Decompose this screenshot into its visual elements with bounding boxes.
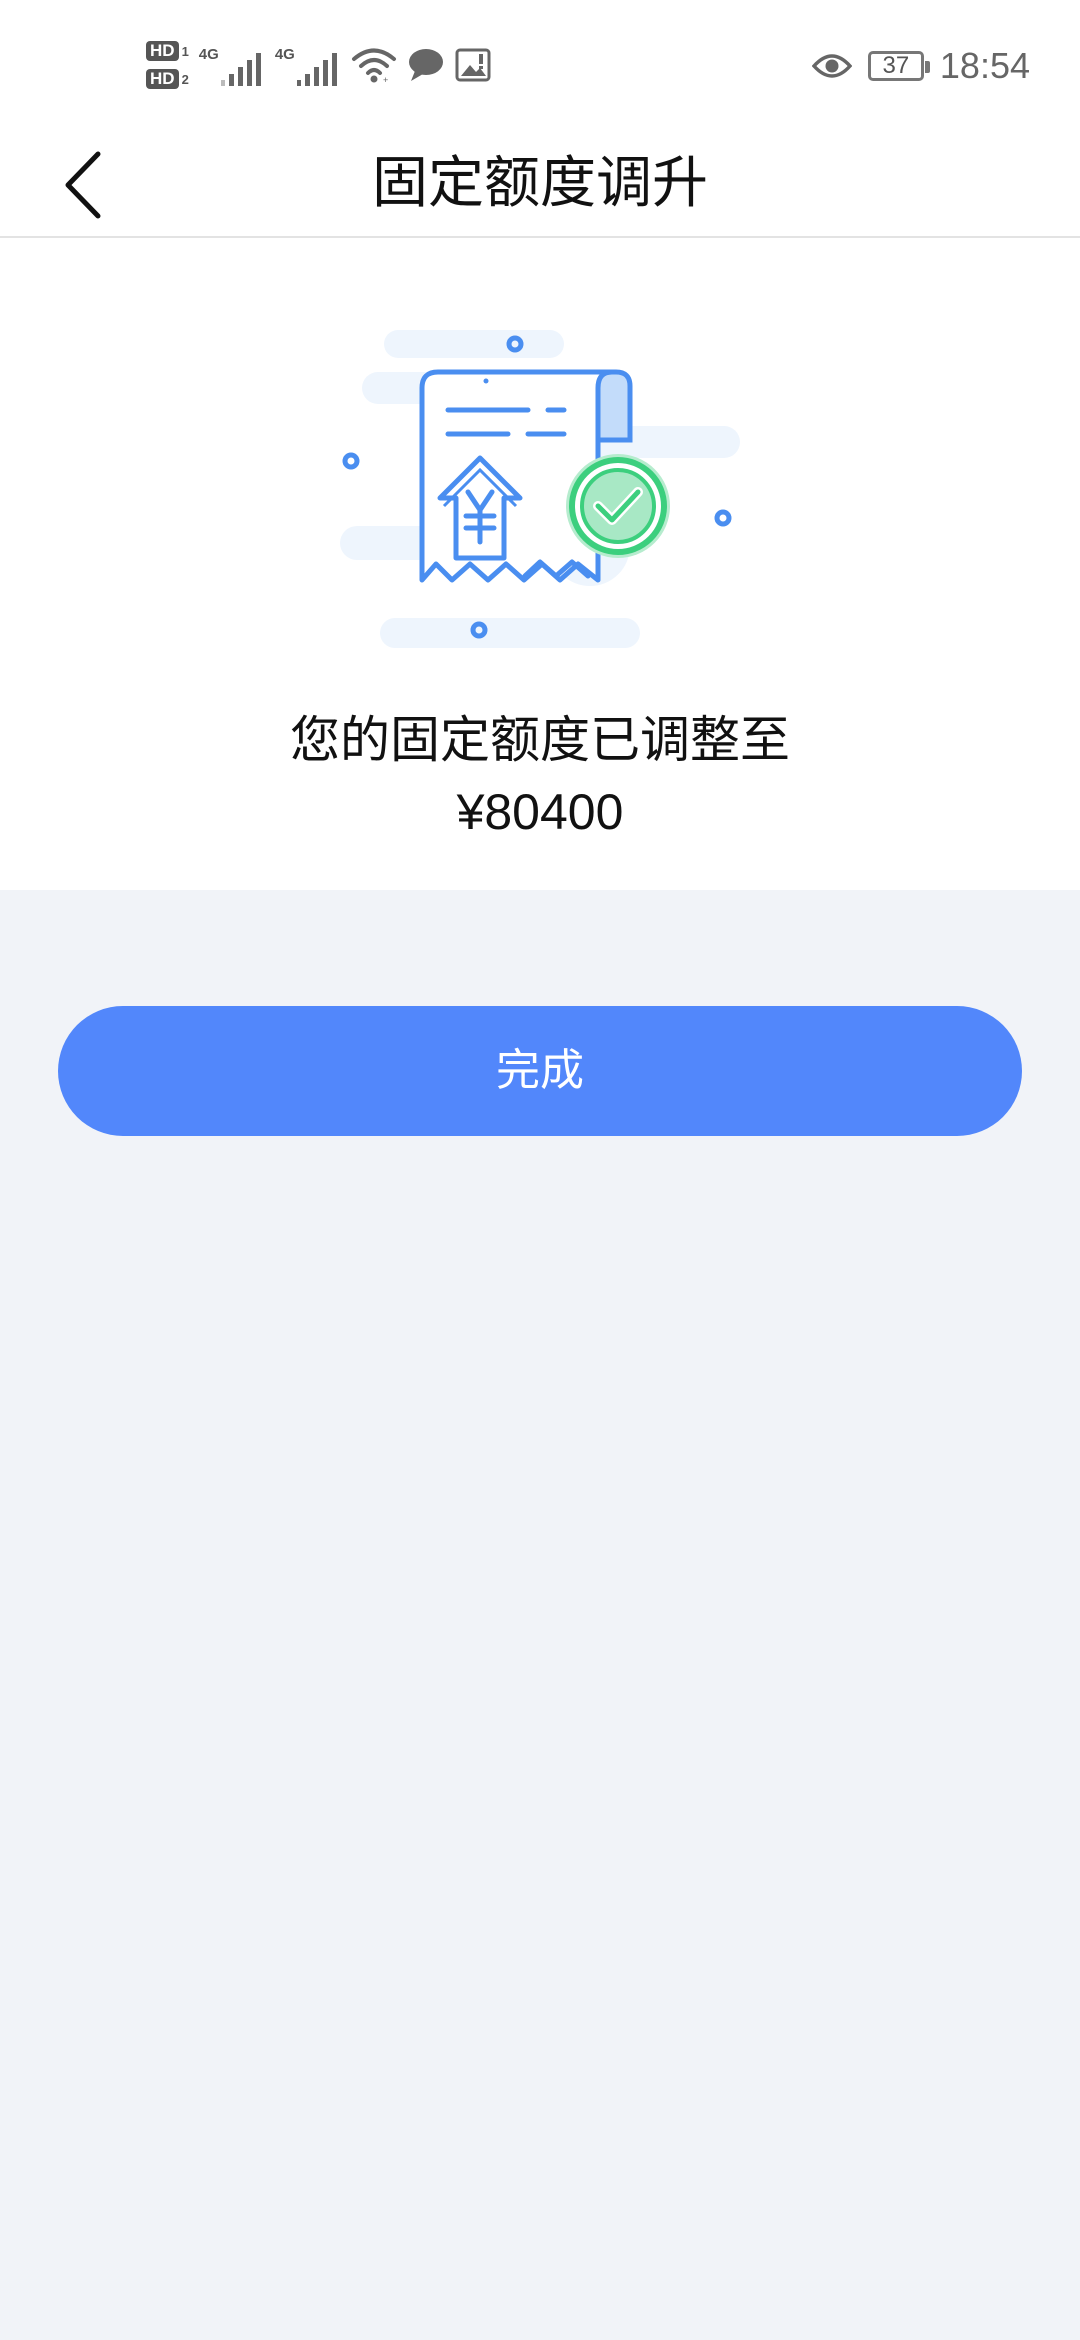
network-1-label: 4G (198, 46, 219, 63)
signal-icon (296, 53, 337, 86)
result-amount: ¥80400 (456, 784, 624, 840)
signal-icon (220, 53, 261, 86)
message-icon (408, 49, 443, 81)
battery-icon: 37 (867, 51, 930, 81)
svg-text:+: + (383, 75, 388, 84)
network-2-label: 4G (274, 46, 295, 63)
nav-bar: 固定额度调升 (0, 132, 1080, 238)
eye-icon (811, 54, 852, 78)
status-bar: HD 1 HD 2 4G 4G + 37 18:54 (0, 0, 1080, 132)
network-2: 4G (275, 40, 341, 90)
status-right: 37 18:54 (811, 38, 1030, 94)
wifi-icon: + (351, 48, 396, 84)
done-button[interactable]: 完成 (58, 1006, 1022, 1136)
status-time: 18:54 (939, 45, 1030, 86)
page-title: 固定额度调升 (372, 151, 708, 216)
sim2-number: 2 (181, 71, 189, 87)
network-1: 4G (199, 40, 265, 90)
receipt-approved-illustration (340, 330, 740, 648)
result-card: 您的固定额度已调整至 ¥80400 (0, 238, 1080, 890)
sim1-indicator: HD 1 (146, 41, 189, 61)
sim2-indicator: HD 2 (146, 69, 189, 89)
image-alert-icon (455, 48, 491, 82)
battery-level: 37 (882, 52, 910, 79)
status-left: HD 1 HD 2 4G 4G + (146, 30, 491, 100)
result-message: 您的固定额度已调整至 (290, 711, 790, 769)
sim2-hd-badge: HD (146, 69, 179, 89)
screen: HD 1 HD 2 4G 4G + 37 18:54 固定额度调升 您的固定额度… (0, 0, 1080, 2340)
sim1-number: 1 (181, 43, 189, 59)
sim1-hd-badge: HD (146, 41, 179, 61)
sim-indicators: HD 1 HD 2 (146, 41, 189, 89)
